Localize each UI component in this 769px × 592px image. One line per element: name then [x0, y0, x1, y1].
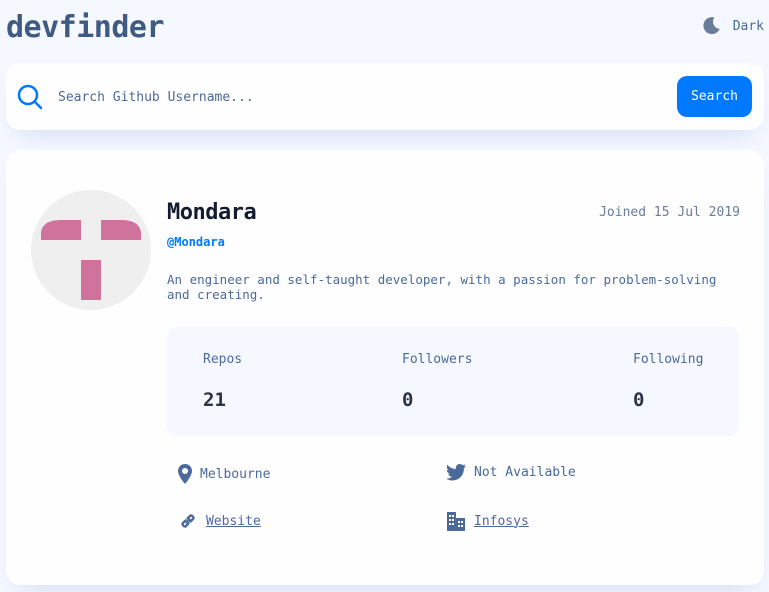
- company-link[interactable]: Infosys: [474, 514, 529, 529]
- identicon-avatar-icon: [41, 220, 141, 300]
- company-info: Infosys: [446, 511, 529, 531]
- website-link[interactable]: Website: [206, 514, 261, 529]
- joined-date: Joined 15 Jul 2019: [599, 205, 740, 220]
- stat-followers-label: Followers: [402, 352, 473, 367]
- stats-panel: Repos 21 Followers 0 Following 0: [167, 327, 739, 436]
- link-icon: [178, 511, 198, 531]
- stat-following-value: 0: [633, 389, 645, 411]
- profile-login-link[interactable]: @Mondara: [167, 235, 225, 249]
- search-icon: [17, 84, 43, 114]
- moon-icon: [701, 16, 721, 36]
- stat-repos-value: 21: [203, 389, 226, 411]
- location-text: Melbourne: [200, 466, 271, 482]
- website-info: Website: [178, 511, 261, 531]
- search-button[interactable]: Search: [677, 76, 752, 117]
- twitter-icon: [446, 464, 466, 481]
- stat-following-label: Following: [633, 352, 704, 367]
- search-input[interactable]: [58, 85, 658, 109]
- building-icon: [446, 511, 466, 531]
- stat-repos-label: Repos: [203, 352, 243, 367]
- avatar: [31, 190, 151, 310]
- search-bar: Search: [6, 63, 764, 130]
- location-pin-icon: [178, 464, 192, 484]
- twitter-info: Not Available: [446, 464, 576, 481]
- app-header: devfinder Dark: [6, 8, 764, 48]
- twitter-text: Not Available: [474, 465, 576, 480]
- profile-card: Mondara @Mondara Joined 15 Jul 2019 An e…: [6, 150, 764, 585]
- theme-toggle-button[interactable]: Dark: [701, 14, 764, 38]
- profile-bio: An engineer and self-taught developer, w…: [167, 272, 717, 302]
- app-logo: devfinder: [6, 10, 165, 45]
- location-info: Melbourne: [178, 464, 270, 484]
- profile-name: Mondara: [167, 200, 257, 225]
- theme-toggle-label: Dark: [732, 18, 764, 34]
- stat-followers-value: 0: [402, 389, 414, 411]
